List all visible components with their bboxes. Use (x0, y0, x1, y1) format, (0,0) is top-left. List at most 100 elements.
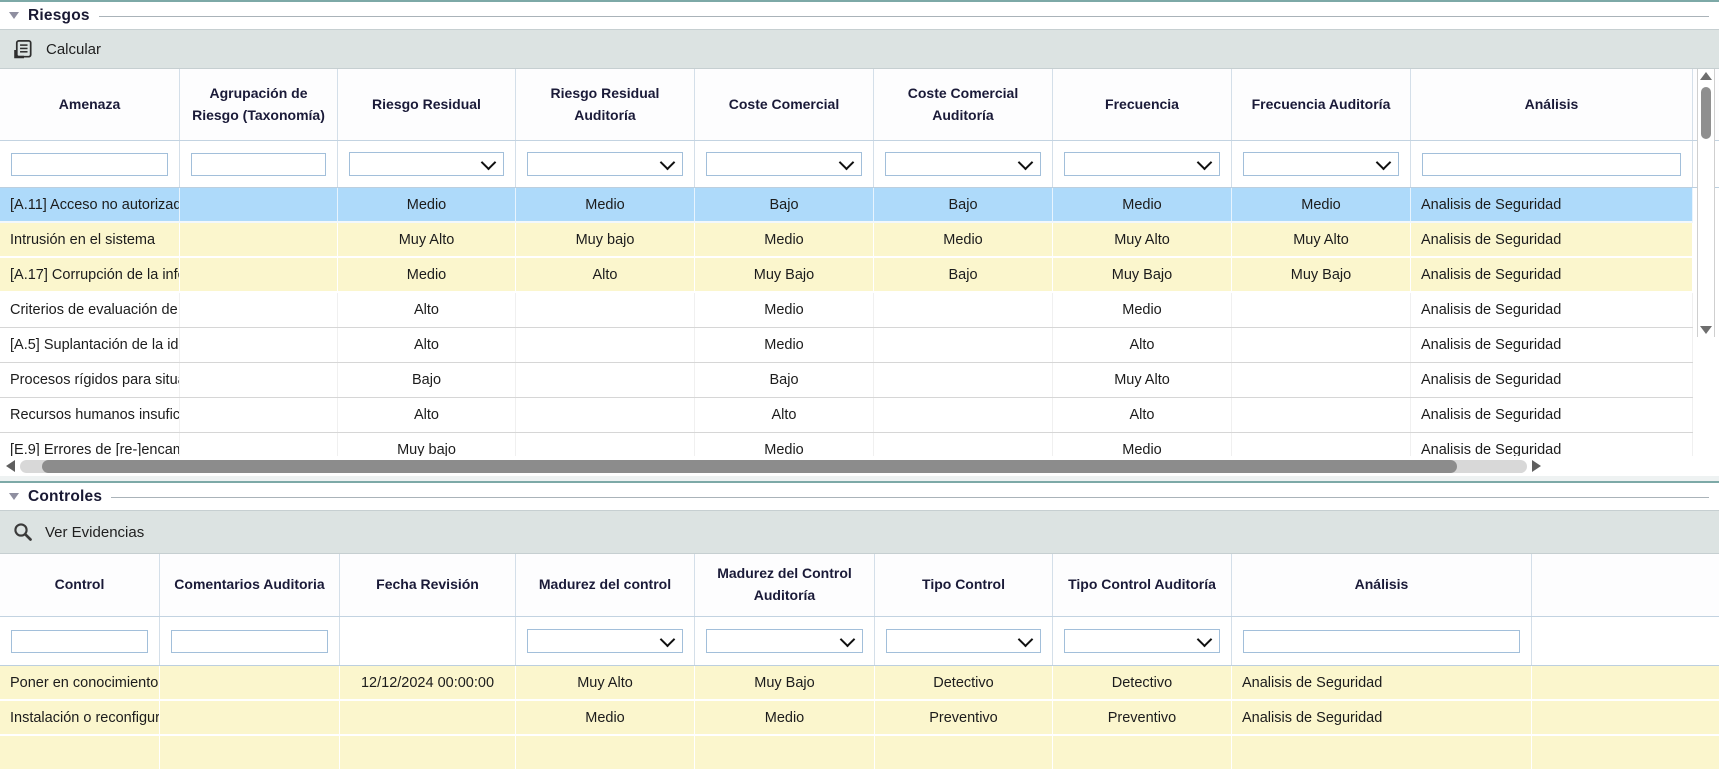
table-cell: Alto (516, 258, 695, 291)
table-row[interactable]: [E.9] Errores de [re-]encaminamientoMuy … (0, 433, 1693, 456)
vertical-scroll-thumb[interactable] (1701, 87, 1711, 139)
chevron-down-icon (1018, 155, 1034, 171)
table-row[interactable]: Poner en conocimiento12/12/2024 00:00:00… (0, 666, 1719, 701)
column-header[interactable]: Fecha Revisión (340, 554, 516, 616)
column-header[interactable]: Frecuencia (1053, 69, 1232, 140)
filter-cell (180, 141, 338, 187)
table-cell: Medio (1053, 293, 1232, 327)
panel-title: Controles (28, 488, 102, 506)
table-cell (1232, 293, 1411, 327)
table-row[interactable]: Criterios de evaluación deAltoMedioMedio… (0, 293, 1693, 328)
filter-cell (1411, 141, 1693, 187)
column-header[interactable]: Riesgo Residual Auditoría (516, 69, 695, 140)
table-body: [A.11] Acceso no autorizadoMedioMedioBaj… (0, 188, 1693, 456)
filter-select[interactable] (1064, 152, 1220, 176)
filter-input[interactable] (11, 630, 148, 653)
table-cell (516, 293, 695, 327)
column-header[interactable]: Análisis (1232, 554, 1532, 616)
table-cell: Alto (338, 398, 516, 432)
table-cell: Bajo (338, 363, 516, 397)
collapse-triangle-icon[interactable] (9, 12, 19, 19)
table-row[interactable] (0, 736, 1719, 771)
column-header[interactable]: Tipo Control (875, 554, 1053, 616)
collapse-triangle-icon[interactable] (9, 493, 19, 500)
scroll-down-icon[interactable] (1700, 326, 1712, 334)
column-header[interactable]: Madurez del control (516, 554, 695, 616)
table-cell: Medio (1053, 188, 1232, 221)
filter-input[interactable] (171, 630, 328, 653)
table-row[interactable]: Intrusión en el sistemaMuy AltoMuy bajoM… (0, 223, 1693, 258)
filter-select[interactable] (527, 629, 683, 653)
filter-select[interactable] (885, 152, 1041, 176)
vertical-scrollbar[interactable] (1697, 69, 1715, 337)
column-header[interactable]: Madurez del Control Auditoría (695, 554, 875, 616)
table-body: Poner en conocimiento12/12/2024 00:00:00… (0, 666, 1719, 771)
table-row[interactable]: Procesos rígidos para situacionesBajoBaj… (0, 363, 1693, 398)
table-cell: Muy bajo (516, 223, 695, 256)
table-cell: Analisis de Seguridad (1411, 398, 1693, 432)
column-header[interactable]: Amenaza (0, 69, 180, 140)
report-icon (12, 38, 35, 61)
ver-evidencias-button[interactable]: Ver Evidencias (12, 521, 144, 543)
filter-cell (875, 617, 1053, 665)
table-cell: Analisis de Seguridad (1411, 433, 1693, 456)
filter-input[interactable] (191, 153, 326, 176)
calcular-button[interactable]: Calcular (12, 38, 101, 61)
table-cell (180, 293, 338, 327)
table-row[interactable]: [A.5] Suplantación de la identidadAltoMe… (0, 328, 1693, 363)
table-cell (180, 398, 338, 432)
table-cell: [A.5] Suplantación de la identidad (0, 328, 180, 362)
table-cell: Muy Bajo (695, 258, 874, 291)
filter-select[interactable] (1243, 152, 1399, 176)
column-header[interactable]: Control (0, 554, 160, 616)
table-row[interactable]: Recursos humanos insuficientesAltoAltoAl… (0, 398, 1693, 433)
table-cell: Analisis de Seguridad (1411, 258, 1693, 291)
table-cell (160, 666, 340, 699)
column-header[interactable]: Riesgo Residual (338, 69, 516, 140)
column-header[interactable]: Frecuencia Auditoría (1232, 69, 1411, 140)
chevron-down-icon (1018, 632, 1034, 648)
column-header[interactable]: Análisis (1411, 69, 1693, 140)
controles-toolbar: Ver Evidencias (0, 510, 1719, 554)
horizontal-scroll-track[interactable] (20, 460, 1527, 473)
table-cell: Alto (1053, 398, 1232, 432)
filter-select[interactable] (527, 152, 683, 176)
filter-cell (1232, 617, 1532, 665)
table-row[interactable]: [A.11] Acceso no autorizadoMedioMedioBaj… (0, 188, 1693, 223)
filter-input[interactable] (1422, 153, 1681, 176)
filter-cell (516, 617, 695, 665)
column-header[interactable]: Agrupación de Riesgo (Taxonomía) (180, 69, 338, 140)
chevron-down-icon (840, 632, 856, 648)
column-header[interactable]: Coste Comercial Auditoría (874, 69, 1053, 140)
table-cell: Muy bajo (338, 433, 516, 456)
table-cell: Muy Alto (1053, 363, 1232, 397)
table-cell: Poner en conocimiento (0, 666, 160, 699)
filter-select[interactable] (886, 629, 1041, 653)
table-cell (160, 701, 340, 734)
table-cell: Medio (1053, 433, 1232, 456)
column-header[interactable]: Coste Comercial (695, 69, 874, 140)
filter-select[interactable] (706, 629, 863, 653)
table-cell: Muy Bajo (695, 666, 875, 699)
scroll-right-icon[interactable] (1532, 460, 1541, 472)
scroll-up-icon[interactable] (1700, 72, 1712, 80)
filter-select[interactable] (706, 152, 862, 176)
table-cell (180, 328, 338, 362)
filter-cell (1232, 141, 1411, 187)
horizontal-scroll-thumb[interactable] (42, 460, 1457, 473)
filter-select[interactable] (349, 152, 504, 176)
riesgos-panel: Riesgos Calcular AmenazaAgrupación de Ri… (0, 0, 1719, 476)
column-header[interactable]: Tipo Control Auditoría (1053, 554, 1232, 616)
horizontal-scrollbar[interactable] (0, 456, 1545, 476)
table-cell: Detectivo (875, 666, 1053, 699)
filter-select[interactable] (1064, 629, 1220, 653)
table-row[interactable]: [A.17] Corrupción de la informaciónMedio… (0, 258, 1693, 293)
table-cell: Medio (695, 223, 874, 256)
filter-input[interactable] (1243, 630, 1520, 653)
table-cell (180, 363, 338, 397)
table-row[interactable]: Instalación o reconfiguraciónMedioMedioP… (0, 701, 1719, 736)
column-header[interactable]: Comentarios Auditoria (160, 554, 340, 616)
scroll-left-icon[interactable] (6, 460, 15, 472)
table-cell: Medio (338, 258, 516, 291)
filter-input[interactable] (11, 153, 168, 176)
